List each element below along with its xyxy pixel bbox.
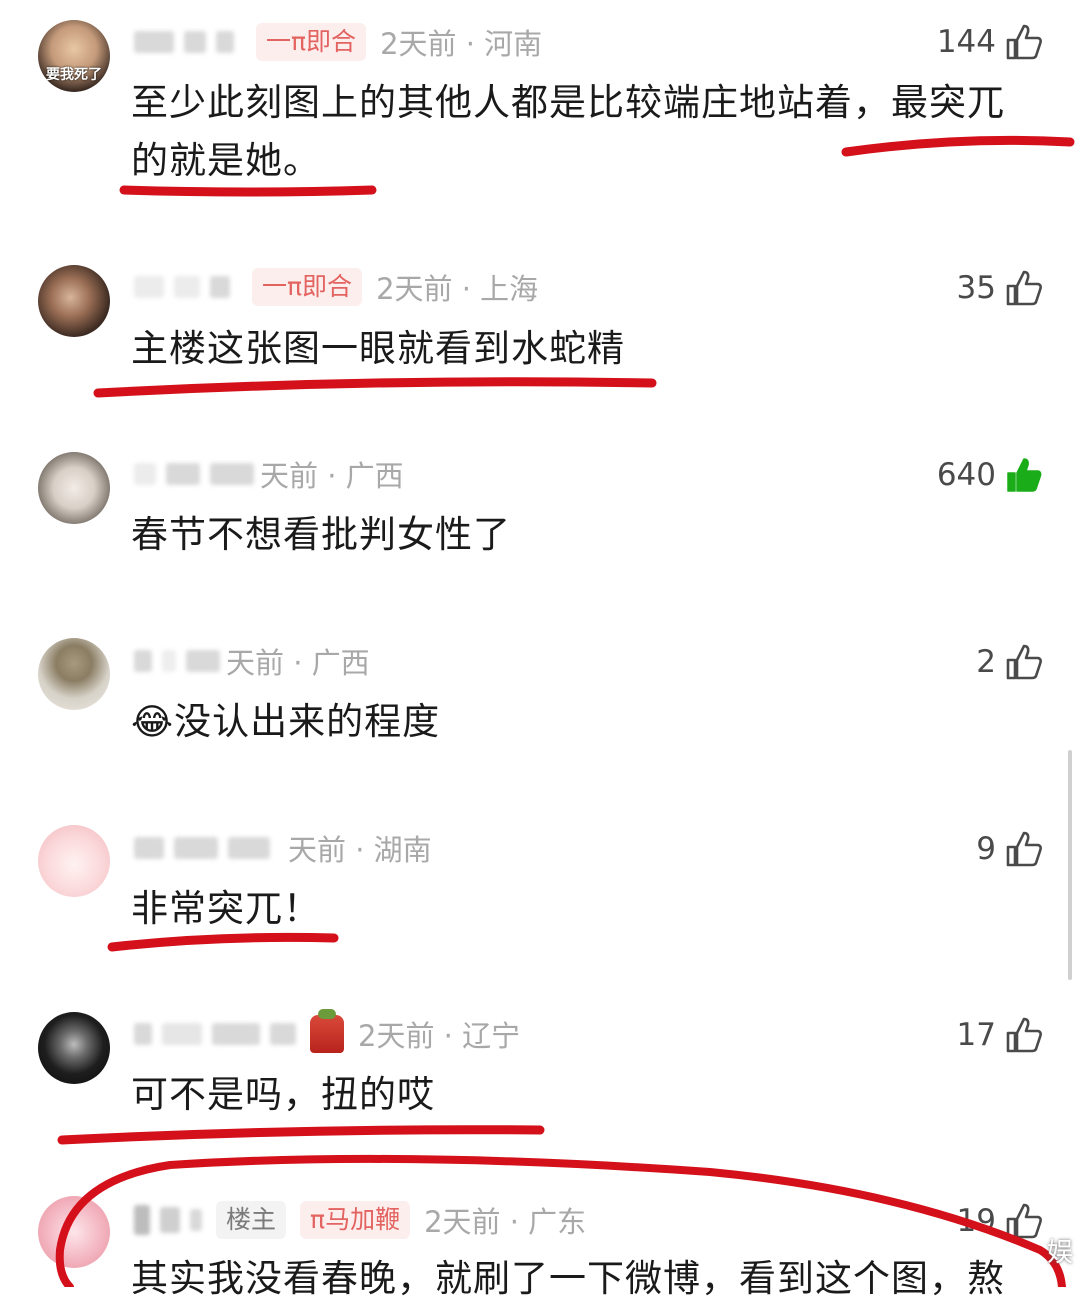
- like-count: 640: [936, 457, 996, 493]
- comment-meta: 天前 · 湖南: [134, 828, 432, 868]
- like-button[interactable]: 35: [957, 266, 1044, 310]
- username-redacted: [134, 837, 164, 859]
- like-count: 19: [956, 1203, 996, 1239]
- like-button[interactable]: 640: [937, 453, 1044, 497]
- comment-meta: 天前 · 广西: [134, 454, 404, 494]
- username-redacted: [160, 1207, 180, 1233]
- like-count: 17: [956, 1017, 996, 1053]
- like-count: 9: [976, 831, 996, 867]
- avatar[interactable]: 要我死了: [38, 20, 110, 92]
- username-redacted: [216, 31, 234, 53]
- username-redacted: [184, 31, 206, 53]
- username-redacted: [174, 837, 218, 859]
- username-redacted: [166, 463, 200, 485]
- thumbs-up-icon: [1006, 24, 1042, 60]
- scrollbar[interactable]: [1068, 750, 1072, 980]
- username-redacted: [228, 837, 270, 859]
- red-underline-1b: [119, 185, 377, 197]
- user-tag[interactable]: 一π即合: [256, 23, 367, 61]
- time-location: 2天前 · 上海: [376, 272, 539, 306]
- red-underline-5: [107, 932, 339, 952]
- username-redacted: [134, 1023, 152, 1045]
- comment-text: 😂没认出来的程度: [131, 693, 1031, 752]
- thumbs-up-icon: [1006, 1203, 1042, 1239]
- comment-text: 非常突兀！: [131, 887, 321, 930]
- comment-text: 主楼这张图一眼就看到水蛇精: [131, 327, 625, 370]
- badge-icon: [310, 1009, 344, 1053]
- badge-icon-top: [318, 1009, 336, 1019]
- username-redacted: [210, 276, 230, 298]
- thumbs-up-icon: [1006, 1017, 1042, 1053]
- avatar-caption: 要我死了: [46, 67, 102, 83]
- like-count: 2: [976, 644, 996, 680]
- username-redacted: [134, 31, 174, 53]
- comment-text-body: 没认出来的程度: [174, 700, 441, 743]
- comment-text: 至少此刻图上的其他人都是比较端庄地站着，最突兀的就是她。: [131, 81, 1005, 182]
- laughing-emoji-icon: 😂: [131, 702, 175, 743]
- comment-meta: 天前 · 广西: [134, 641, 370, 681]
- comment-meta: 一π即合 2天前 · 河南: [134, 22, 542, 62]
- thumbs-up-filled-icon: [1007, 458, 1042, 492]
- like-button[interactable]: 144: [937, 20, 1044, 64]
- username-redacted: [210, 463, 254, 485]
- time-location: 天前 · 广西: [226, 646, 370, 680]
- user-tag[interactable]: π马加鞭: [300, 1201, 411, 1239]
- avatar[interactable]: [38, 1196, 110, 1268]
- username-redacted: [270, 1023, 296, 1045]
- like-count: 144: [936, 24, 996, 60]
- username-redacted: [186, 650, 220, 672]
- thumbs-up-icon: [1006, 831, 1042, 867]
- avatar[interactable]: [38, 638, 110, 710]
- red-underline-2: [93, 377, 657, 398]
- username-redacted: [134, 463, 156, 485]
- comment-meta: 一π即合 2天前 · 上海: [134, 267, 538, 307]
- thumbs-up-icon: [1006, 644, 1042, 680]
- user-tag[interactable]: 一π即合: [252, 268, 363, 306]
- like-button[interactable]: 2: [976, 640, 1044, 684]
- time-location: 2天前 · 广东: [424, 1205, 587, 1239]
- red-underline-6: [57, 1125, 545, 1145]
- avatar[interactable]: [38, 452, 110, 524]
- comment-text: 可不是吗，扭的哎: [131, 1073, 435, 1116]
- username-redacted: [162, 650, 176, 672]
- like-count: 35: [956, 270, 996, 306]
- avatar[interactable]: [38, 265, 110, 337]
- username-redacted: [162, 1023, 202, 1045]
- username-redacted: [134, 276, 164, 298]
- username-redacted: [212, 1023, 260, 1045]
- watermark: 娱: [1046, 1238, 1074, 1268]
- comment-meta: 2天前 · 辽宁: [134, 1009, 521, 1054]
- time-location: 天前 · 广西: [260, 459, 404, 493]
- username-redacted: [174, 276, 200, 298]
- time-location: 2天前 · 河南: [380, 27, 543, 61]
- time-location: 天前 · 湖南: [288, 833, 432, 867]
- comment-meta: 楼主 π马加鞭 2天前 · 广东: [134, 1200, 586, 1240]
- thumbs-up-icon: [1006, 270, 1042, 306]
- avatar[interactable]: [38, 1012, 110, 1084]
- like-button[interactable]: 9: [976, 827, 1044, 871]
- comment-text: 其实我没看春晚，就刷了一下微博，看到这个图，熬: [131, 1257, 1005, 1300]
- avatar[interactable]: [38, 825, 110, 897]
- comment-text: 春节不想看批判女性了: [131, 513, 511, 556]
- username-redacted: [134, 650, 152, 672]
- username-redacted: [134, 1205, 150, 1235]
- time-location: 2天前 · 辽宁: [358, 1019, 521, 1053]
- like-button[interactable]: 19: [957, 1199, 1044, 1243]
- username-redacted: [190, 1209, 202, 1231]
- owner-tag: 楼主: [216, 1201, 287, 1239]
- like-button[interactable]: 17: [957, 1013, 1044, 1057]
